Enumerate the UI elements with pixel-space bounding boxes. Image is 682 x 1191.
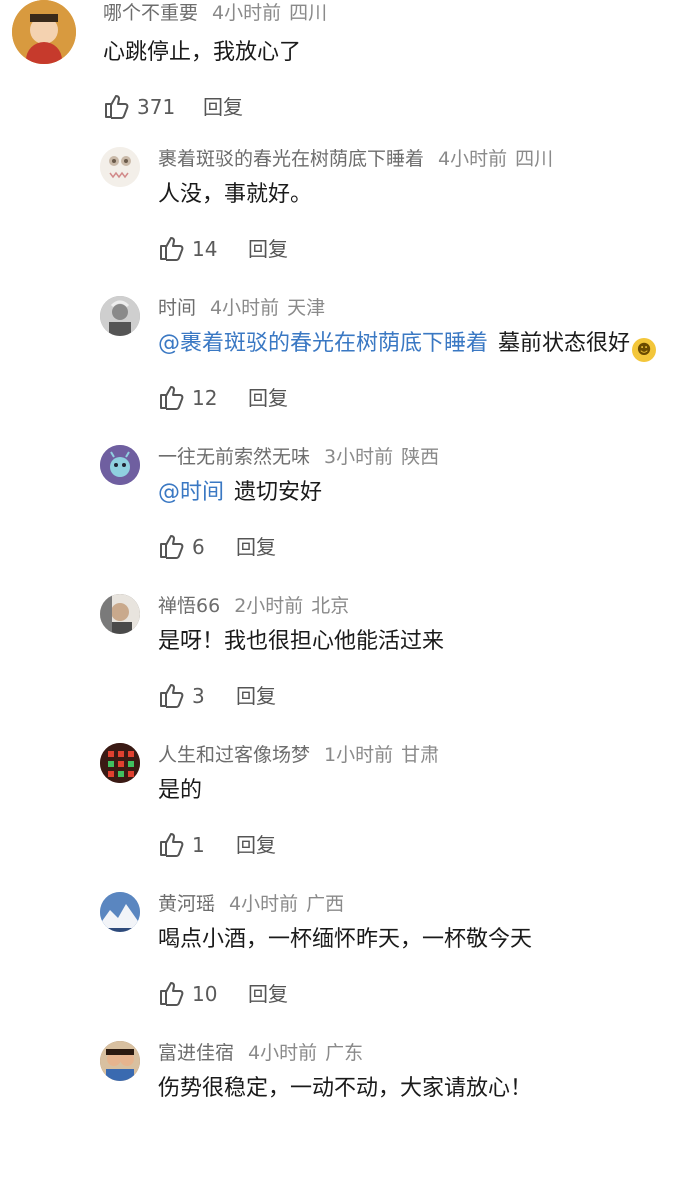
comment-text: @时间 遗切安好 xyxy=(158,478,322,508)
username[interactable]: 哪个不重要 xyxy=(103,2,198,24)
comment-body: 心跳停止，我放心了 xyxy=(103,40,302,65)
comment-body: 是的 xyxy=(158,778,203,803)
like-count: 1 xyxy=(192,833,205,857)
thumbs-up-icon[interactable] xyxy=(158,383,186,411)
comment-text: 伤势很稳定，一动不动，大家请放心！ xyxy=(158,1074,532,1104)
reply-item: 黄河瑶 4小时前 广西 喝点小酒，一杯缅怀昨天，一杯敬今天 10 回复 xyxy=(0,892,682,1042)
comment-item: 哪个不重要 4小时前 四川 心跳停止，我放心了 371 回复 xyxy=(0,0,682,150)
reply-item: 禅悟66 2小时前 北京 是呀！我也很担心他能活过来 3 回复 xyxy=(0,594,682,744)
timestamp: 4小时前 xyxy=(212,2,282,24)
like-count: 3 xyxy=(192,684,205,708)
reply-button[interactable]: 回复 xyxy=(236,681,276,711)
grin-emoji-icon: ☻ xyxy=(632,338,657,362)
username[interactable]: 禅悟66 xyxy=(158,595,220,617)
reply-button[interactable]: 回复 xyxy=(248,234,288,264)
reply-item: 裹着斑驳的春光在树荫底下睡着 4小时前 四川 人没，事就好。 14 回复 xyxy=(0,147,682,297)
location: 陕西 xyxy=(401,446,440,468)
location: 甘肃 xyxy=(401,744,440,766)
avatar[interactable] xyxy=(100,743,140,783)
comment-meta: 黄河瑶 4小时前 广西 xyxy=(158,889,344,919)
mention-link[interactable]: @时间 xyxy=(158,480,224,505)
reply-item: 富进佳宿 4小时前 广东 伤势很稳定，一动不动，大家请放心！ xyxy=(0,1041,682,1191)
thumbs-up-icon[interactable] xyxy=(158,681,186,709)
reply-item: 时间 4小时前 天津 @裹着斑驳的春光在树荫底下睡着 墓前状态很好 ☻ 12 回复 xyxy=(0,296,682,446)
timestamp: 2小时前 xyxy=(234,595,304,617)
username[interactable]: 时间 xyxy=(158,297,196,319)
reply-item: 人生和过客像场梦 1小时前 甘肃 是的 1 回复 xyxy=(0,743,682,893)
username[interactable]: 富进佳宿 xyxy=(158,1042,234,1064)
location: 四川 xyxy=(289,2,328,24)
timestamp: 3小时前 xyxy=(324,446,394,468)
reply-button[interactable]: 回复 xyxy=(236,532,276,562)
timestamp: 4小时前 xyxy=(210,297,280,319)
comment-text: 是的 xyxy=(158,776,202,806)
comment-text: 是呀！我也很担心他能活过来 xyxy=(158,627,444,657)
avatar[interactable] xyxy=(12,0,76,64)
avatar[interactable] xyxy=(100,594,140,634)
like-count: 14 xyxy=(192,237,218,261)
thumbs-up-icon[interactable] xyxy=(158,532,186,560)
location: 天津 xyxy=(287,297,326,319)
comment-body: 是呀！我也很担心他能活过来 xyxy=(158,629,445,654)
reply-button[interactable]: 回复 xyxy=(203,92,243,122)
mention-link[interactable]: @裹着斑驳的春光在树荫底下睡着 xyxy=(158,331,488,356)
username[interactable]: 裹着斑驳的春光在树荫底下睡着 xyxy=(158,148,424,170)
like-count: 12 xyxy=(192,386,218,410)
comment-body: 遗切安好 xyxy=(234,480,323,505)
comment-body: 喝点小酒，一杯缅怀昨天，一杯敬今天 xyxy=(158,927,533,952)
comment-body: 伤势很稳定，一动不动，大家请放心！ xyxy=(158,1076,533,1101)
comment-meta: 时间 4小时前 天津 xyxy=(158,293,325,323)
timestamp: 1小时前 xyxy=(324,744,394,766)
avatar[interactable] xyxy=(100,1041,140,1081)
thumbs-up-icon[interactable] xyxy=(158,830,186,858)
avatar[interactable] xyxy=(100,296,140,336)
comment-text: 人没，事就好。 xyxy=(158,180,312,210)
reply-button[interactable]: 回复 xyxy=(248,383,288,413)
comment-text: 喝点小酒，一杯缅怀昨天，一杯敬今天 xyxy=(158,925,532,955)
thumbs-up-icon[interactable] xyxy=(158,979,186,1007)
username[interactable]: 人生和过客像场梦 xyxy=(158,744,310,766)
comment-meta: 禅悟66 2小时前 北京 xyxy=(158,591,349,621)
comment-meta: 裹着斑驳的春光在树荫底下睡着 4小时前 四川 xyxy=(158,144,553,174)
comment-meta: 一往无前索然无味 3小时前 陕西 xyxy=(158,442,439,472)
like-count: 10 xyxy=(192,982,218,1006)
avatar[interactable] xyxy=(100,892,140,932)
timestamp: 4小时前 xyxy=(438,148,508,170)
comment-text: 心跳停止，我放心了 xyxy=(103,38,301,68)
username[interactable]: 黄河瑶 xyxy=(158,893,215,915)
timestamp: 4小时前 xyxy=(229,893,299,915)
avatar[interactable] xyxy=(100,445,140,485)
username[interactable]: 一往无前索然无味 xyxy=(158,446,310,468)
comment-text: @裹着斑驳的春光在树荫底下睡着 墓前状态很好 ☻ xyxy=(158,329,657,362)
comment-meta: 人生和过客像场梦 1小时前 甘肃 xyxy=(158,740,439,770)
thumbs-up-icon[interactable] xyxy=(103,92,131,120)
avatar[interactable] xyxy=(100,147,140,187)
like-count: 371 xyxy=(137,95,176,119)
location: 四川 xyxy=(515,148,554,170)
location: 广西 xyxy=(306,893,345,915)
reply-item: 一往无前索然无味 3小时前 陕西 @时间 遗切安好 6 回复 xyxy=(0,445,682,595)
like-count: 6 xyxy=(192,535,205,559)
timestamp: 4小时前 xyxy=(248,1042,318,1064)
comment-body: 墓前状态很好 xyxy=(498,331,631,356)
location: 广东 xyxy=(325,1042,364,1064)
reply-button[interactable]: 回复 xyxy=(248,979,288,1009)
reply-button[interactable]: 回复 xyxy=(236,830,276,860)
comment-body: 人没，事就好。 xyxy=(158,182,313,207)
comment-meta: 富进佳宿 4小时前 广东 xyxy=(158,1038,363,1068)
location: 北京 xyxy=(311,595,350,617)
thumbs-up-icon[interactable] xyxy=(158,234,186,262)
comment-meta: 哪个不重要 4小时前 四川 xyxy=(103,0,327,28)
